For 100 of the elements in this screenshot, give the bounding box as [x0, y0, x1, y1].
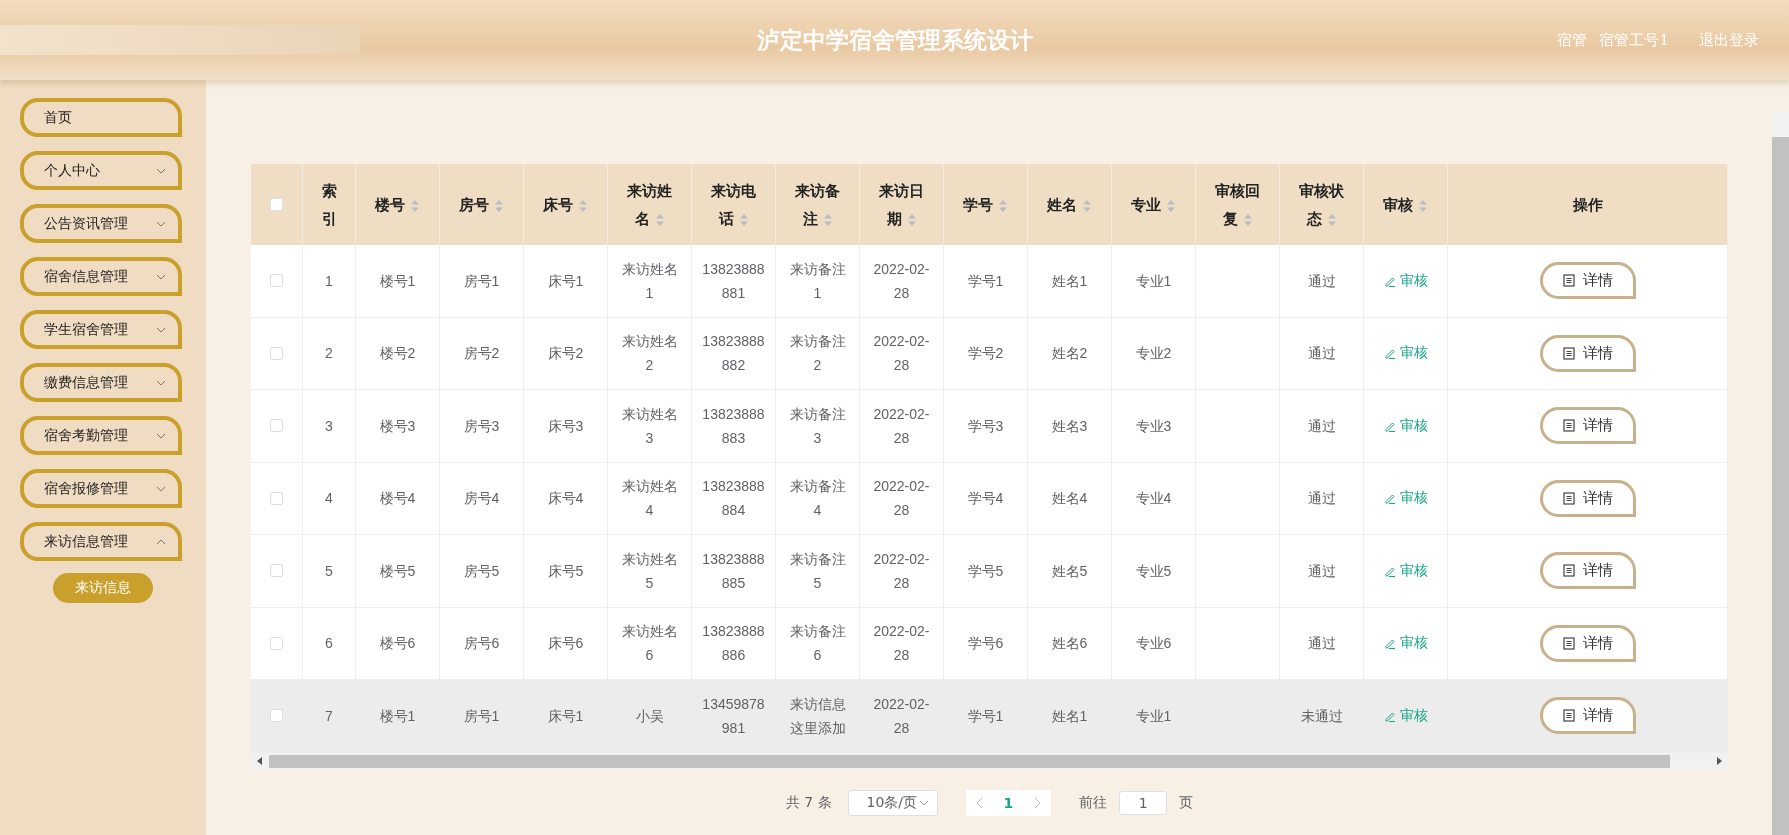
table-cell-text: 楼号6 — [379, 634, 416, 654]
row-checkbox[interactable] — [270, 709, 283, 723]
table-cell-text: 专业4 — [1135, 489, 1172, 509]
column-header[interactable]: 来访日期 — [875, 176, 928, 233]
table-row[interactable]: 7 楼号1 房号1 床号1 小吴 13459878981 来访信息这里添加 2022-02-28 学号1 姓名1 专业1 未通过 审核 详情 — [251, 680, 1728, 753]
detail-button[interactable]: 详情 — [1539, 407, 1636, 445]
detail-button[interactable]: 详情 — [1539, 624, 1636, 662]
table-cell-text: 来访姓名6 — [620, 622, 679, 666]
scroll-left-icon[interactable] — [257, 757, 263, 765]
document-icon — [1562, 346, 1575, 360]
app-title: 泸定中学宿舍管理系统设计 — [756, 24, 1033, 55]
column-header[interactable]: 审核状态 — [1295, 176, 1348, 233]
document-icon — [1562, 274, 1575, 288]
vertical-scrollbar[interactable] — [1772, 112, 1789, 835]
table-cell-text: 来访备注1 — [788, 259, 847, 303]
table-cell-text: 2022-02-28 — [872, 259, 931, 303]
sort-icon[interactable] — [906, 212, 917, 227]
chevron-icon — [156, 326, 166, 333]
table-cell-text: 7 — [325, 706, 333, 726]
menu-item[interactable]: 缴费信息管理 — [20, 363, 182, 402]
table-row[interactable]: 3 楼号3 房号3 床号3 来访姓名3 13823888883 来访备注3 2022-02-28 学号3 姓名3 专业3 通过 审核 详情 — [251, 390, 1728, 463]
column-header[interactable]: 来访电话 — [707, 176, 760, 233]
menu-item[interactable]: 学生宿舍管理 — [20, 310, 182, 349]
table-cell-text: 2022-02-28 — [872, 332, 931, 376]
table-cell-text: 床号1 — [547, 706, 584, 726]
table-cell-text: 学号1 — [967, 271, 1004, 291]
column-header[interactable]: 姓名 — [1047, 190, 1092, 219]
sort-icon[interactable] — [998, 198, 1008, 213]
row-checkbox[interactable] — [270, 564, 283, 578]
column-header[interactable]: 学号 — [963, 190, 1008, 219]
sort-icon[interactable] — [494, 198, 504, 213]
sort-icon[interactable] — [1418, 198, 1428, 213]
column-header[interactable]: 来访姓名 — [623, 176, 676, 233]
detail-button[interactable]: 详情 — [1539, 479, 1636, 517]
sort-icon[interactable] — [1166, 198, 1176, 213]
column-header[interactable]: 来访备注 — [791, 176, 844, 233]
table-cell-text: 2022-02-28 — [872, 622, 931, 666]
chevron-icon — [156, 167, 166, 174]
column-header[interactable]: 楼号 — [375, 190, 420, 219]
table-row[interactable]: 2 楼号2 房号2 床号2 来访姓名2 13823888882 来访备注2 2022-02-28 学号2 姓名2 专业2 通过 审核 详情 — [251, 317, 1728, 390]
table-row[interactable]: 5 楼号5 房号5 床号5 来访姓名5 13823888885 来访备注5 2022-02-28 学号5 姓名5 专业5 通过 审核 详情 — [251, 535, 1728, 608]
sort-icon[interactable] — [1242, 212, 1253, 227]
table-cell-text: 2022-02-28 — [872, 549, 931, 593]
sort-icon[interactable] — [654, 212, 665, 227]
menu-item[interactable]: 宿舍考勤管理 — [20, 416, 182, 455]
table-cell-text: 床号3 — [547, 416, 584, 436]
sort-icon[interactable] — [410, 198, 420, 213]
chevron-icon — [156, 273, 166, 280]
detail-button[interactable]: 详情 — [1539, 262, 1636, 300]
goto-label: 前往 — [1079, 793, 1108, 812]
page-input[interactable]: 1 — [1119, 790, 1168, 815]
row-checkbox[interactable] — [270, 491, 283, 505]
table-cell-text: 来访备注6 — [788, 622, 847, 666]
table-row[interactable]: 1 楼号1 房号1 床号1 来访姓名1 13823888881 来访备注1 2022-02-28 学号1 姓名1 专业1 通过 审核 详情 — [251, 245, 1728, 318]
detail-button[interactable]: 详情 — [1539, 697, 1636, 735]
row-checkbox[interactable] — [270, 274, 283, 288]
sort-icon[interactable] — [1326, 212, 1337, 227]
document-icon — [1562, 419, 1575, 433]
page-size-select[interactable]: 10条/页 — [847, 789, 938, 816]
menu-item[interactable]: 宿舍信息管理 — [20, 257, 182, 296]
table-cell-text: 来访姓名2 — [620, 332, 679, 376]
sort-icon[interactable] — [1082, 198, 1092, 213]
menu-item[interactable]: 公告资讯管理 — [20, 204, 182, 243]
column-header: 索引 — [321, 181, 337, 229]
select-all-checkbox[interactable] — [270, 198, 283, 211]
detail-button[interactable]: 详情 — [1539, 334, 1636, 372]
table-cell-text: 1 — [325, 271, 333, 291]
table-row[interactable]: 6 楼号6 房号6 床号6 来访姓名6 13823888886 来访备注6 2022-02-28 学号6 姓名6 专业6 通过 审核 详情 — [251, 607, 1728, 680]
sort-icon[interactable] — [738, 212, 749, 227]
table-cell-text: 楼号2 — [379, 344, 416, 364]
row-checkbox[interactable] — [270, 419, 283, 433]
detail-button[interactable]: 详情 — [1539, 552, 1636, 590]
menu-item[interactable]: 首页 — [20, 98, 182, 137]
table-cell-text: 姓名3 — [1051, 416, 1088, 436]
row-checkbox[interactable] — [270, 636, 283, 650]
column-header[interactable]: 房号 — [459, 190, 504, 219]
table-cell-text: 房号5 — [463, 561, 500, 581]
column-header[interactable]: 专业 — [1131, 190, 1176, 219]
sort-icon[interactable] — [822, 212, 833, 227]
sort-icon[interactable] — [578, 198, 588, 213]
table-cell-text: 姓名4 — [1051, 489, 1088, 509]
menu-item[interactable]: 个人中心 — [20, 151, 182, 190]
table-cell-text: 学号5 — [967, 561, 1004, 581]
table-row[interactable]: 4 楼号4 房号4 床号4 来访姓名4 13823888884 来访备注4 2022-02-28 学号4 姓名4 专业4 通过 审核 详情 — [251, 462, 1728, 535]
next-page-icon[interactable] — [1033, 796, 1042, 809]
column-header[interactable]: 床号 — [543, 190, 588, 219]
column-header[interactable]: 审核 — [1383, 190, 1428, 219]
table-cell-text: 小吴 — [635, 706, 664, 726]
table-cell-text: 未通过 — [1300, 706, 1343, 726]
table-cell-text: 床号1 — [547, 271, 584, 291]
prev-page-icon[interactable] — [975, 796, 984, 809]
user-name: 宿管工号1 — [1599, 30, 1669, 50]
scroll-right-icon[interactable] — [1716, 757, 1722, 765]
menu-item[interactable]: 来访信息管理 — [20, 522, 182, 561]
table-cell-text: 5 — [325, 561, 333, 581]
row-checkbox[interactable] — [270, 346, 283, 360]
menu-item[interactable]: 宿舍报修管理 — [20, 469, 182, 508]
table-cell-text: 6 — [325, 634, 333, 654]
column-header[interactable]: 审核回复 — [1211, 176, 1264, 233]
table-cell-text: 姓名1 — [1051, 271, 1088, 291]
